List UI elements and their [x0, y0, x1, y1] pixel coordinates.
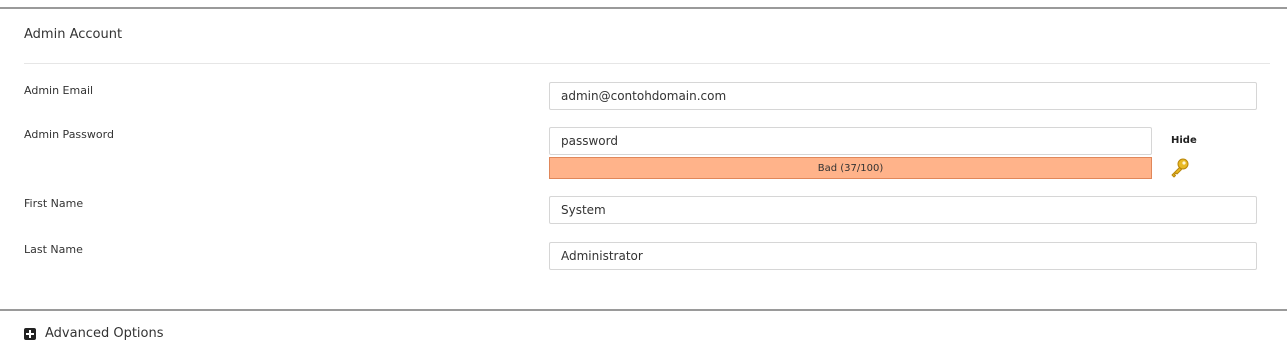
first-name-input[interactable] [549, 196, 1257, 224]
advanced-options-label: Advanced Options [45, 326, 164, 341]
password-strength-bar: Bad (37/100) [549, 157, 1152, 179]
admin-password-label: Admin Password [24, 128, 114, 141]
plus-square-icon [24, 327, 36, 340]
key-icon[interactable] [1169, 157, 1191, 179]
section-title: Admin Account [24, 27, 123, 42]
admin-password-input[interactable] [549, 127, 1152, 155]
admin-email-input[interactable] [549, 82, 1257, 110]
last-name-label: Last Name [24, 243, 83, 256]
admin-email-label: Admin Email [24, 84, 94, 97]
admin-account-panel: Admin Account Admin Email Admin Password… [0, 0, 1287, 356]
top-divider [0, 7, 1287, 9]
first-name-label: First Name [24, 197, 84, 210]
hide-password-toggle[interactable]: Hide [1171, 135, 1197, 146]
password-strength-text: Bad (37/100) [817, 162, 884, 174]
bottom-divider [0, 309, 1287, 311]
advanced-options-toggle[interactable]: Advanced Options [24, 326, 164, 341]
last-name-input[interactable] [549, 242, 1257, 270]
section-divider [24, 63, 1270, 64]
